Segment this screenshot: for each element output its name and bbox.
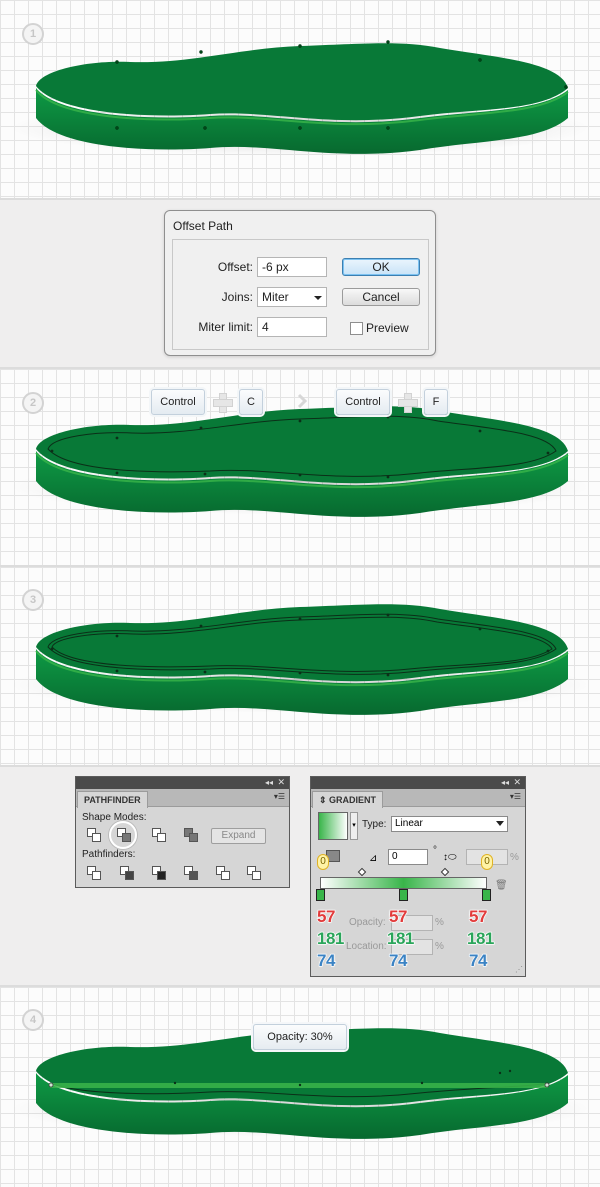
key-c: C xyxy=(239,389,263,415)
tab-gradient-label: GRADIENT xyxy=(329,795,377,805)
key-f: F xyxy=(424,389,448,415)
trim-icon[interactable] xyxy=(119,865,135,881)
joins-label: Joins: xyxy=(221,290,253,304)
step-4-canvas: 4 xyxy=(0,987,600,1187)
aspect-percent-label: % xyxy=(510,852,519,863)
stop-middle-green-value: 181 xyxy=(386,928,415,948)
dialog-title: Offset Path xyxy=(173,219,233,233)
stop-left-red-value: 57 xyxy=(316,906,336,926)
outline-icon[interactable] xyxy=(215,865,231,881)
cancel-button[interactable]: Cancel xyxy=(342,288,420,306)
stop-middle-blue-value: 74 xyxy=(388,950,408,970)
panel-tabrow: PATHFINDER ▾☰ xyxy=(76,789,289,808)
tab-pathfinder[interactable]: PATHFINDER xyxy=(77,791,148,808)
close-icon[interactable]: ✕ xyxy=(277,777,285,788)
crop-icon[interactable] xyxy=(183,865,199,881)
type-value: Linear xyxy=(395,818,423,829)
tab-gradient[interactable]: ⇕ GRADIENT xyxy=(312,791,384,808)
terrain-shape-4 xyxy=(10,1028,590,1139)
offset-path-dialog: Offset Path Offset: -6 px Joins: Miter M… xyxy=(164,210,436,356)
ok-button[interactable]: OK xyxy=(342,258,420,276)
joins-select[interactable]: Miter xyxy=(257,287,327,307)
collapse-icon[interactable]: ◂◂ xyxy=(265,778,273,787)
panel-menu-icon[interactable]: ▾☰ xyxy=(274,792,285,801)
gradient-stop-left[interactable] xyxy=(316,889,325,901)
opacity-tooltip: Opacity: 30% xyxy=(253,1024,347,1050)
gradient-slider-bar[interactable] xyxy=(320,877,487,889)
close-icon[interactable]: ✕ xyxy=(513,777,521,788)
dialog-body: Offset: -6 px Joins: Miter Miter limit: … xyxy=(172,239,429,350)
stop-left-blue-value: 74 xyxy=(316,950,336,970)
stop-middle-red-value: 57 xyxy=(388,906,408,926)
angle-icon: ⊿ xyxy=(369,853,378,864)
degree-label: ° xyxy=(433,845,437,856)
panel-titlebar: ◂◂ ✕ xyxy=(311,777,525,789)
chevron-down-icon xyxy=(314,296,322,300)
type-select[interactable]: Linear xyxy=(391,816,508,832)
annotation-badge-left: 0 xyxy=(317,854,329,870)
terrain-shape-1 xyxy=(10,40,590,156)
gradient-midpoint-marker[interactable] xyxy=(440,867,450,877)
location-percent: % xyxy=(435,941,444,952)
key-control-2: Control xyxy=(336,389,390,415)
tab-arrows-icon: ⇕ xyxy=(319,795,330,805)
panel-menu-icon[interactable]: ▾☰ xyxy=(510,792,521,801)
shape-modes-label: Shape Modes: xyxy=(82,812,147,823)
chevron-down-icon xyxy=(496,821,504,826)
miter-limit-label: Miter limit: xyxy=(198,320,253,334)
gradient-stop-right[interactable] xyxy=(482,889,491,901)
stop-left-green-value: 181 xyxy=(316,928,345,948)
unite-icon[interactable] xyxy=(86,827,102,843)
expand-button[interactable]: Expand xyxy=(211,828,266,844)
stop-right-green-value: 181 xyxy=(466,928,495,948)
divide-icon[interactable] xyxy=(86,865,102,881)
minus-back-icon[interactable] xyxy=(246,865,262,881)
terrain-shape-3 xyxy=(10,604,590,715)
trash-icon[interactable]: 🗑 xyxy=(495,880,508,891)
pathfinder-panel: ◂◂ ✕ PATHFINDER ▾☰ Shape Modes: Expand P… xyxy=(75,776,290,888)
exclude-icon[interactable] xyxy=(183,827,199,843)
annotation-badge-right: 0 xyxy=(481,854,493,870)
panel-titlebar: ◂◂ ✕ xyxy=(76,777,289,789)
stop-right-blue-value: 74 xyxy=(468,950,488,970)
chevron-right-icon xyxy=(296,393,308,409)
opacity-percent: % xyxy=(435,917,444,928)
opacity-label: Opacity: xyxy=(349,917,386,928)
gradient-midpoint-marker[interactable] xyxy=(357,867,367,877)
gradient-swatch[interactable] xyxy=(318,812,348,840)
gradient-panel: ◂◂ ✕ ⇕ GRADIENT ▾☰ ▾ Type: Linear 0 ⊿ 0 … xyxy=(310,776,526,977)
swatch-dropdown-icon[interactable]: ▾ xyxy=(350,812,358,840)
pathfinders-label: Pathfinders: xyxy=(82,849,136,860)
location-label: Location: xyxy=(346,941,387,952)
offset-input[interactable]: -6 px xyxy=(257,257,327,277)
panel-tabrow: ⇕ GRADIENT ▾☰ xyxy=(311,789,525,808)
offset-label: Offset: xyxy=(217,260,253,274)
step-3-canvas: 3 xyxy=(0,567,600,765)
angle-input[interactable]: 0 xyxy=(388,849,428,865)
resize-grip-icon[interactable]: ⋰ xyxy=(515,965,523,974)
plus-icon xyxy=(213,393,233,413)
aspect-ratio-icon: ↕⬭ xyxy=(443,852,457,863)
intersect-icon[interactable] xyxy=(151,827,167,843)
gradient-stop-middle[interactable] xyxy=(399,889,408,901)
joins-value: Miter xyxy=(262,290,289,304)
miter-limit-input[interactable]: 4 xyxy=(257,317,327,337)
stop-right-red-value: 57 xyxy=(468,906,488,926)
key-control-1: Control xyxy=(151,389,205,415)
merge-icon[interactable] xyxy=(151,865,167,881)
step-1-canvas: 1 xyxy=(0,0,600,198)
collapse-icon[interactable]: ◂◂ xyxy=(501,778,509,787)
preview-checkbox[interactable] xyxy=(350,322,363,335)
type-label: Type: xyxy=(362,819,387,830)
minus-front-icon[interactable] xyxy=(116,827,132,843)
preview-label: Preview xyxy=(366,321,409,335)
plus-icon xyxy=(398,393,418,413)
